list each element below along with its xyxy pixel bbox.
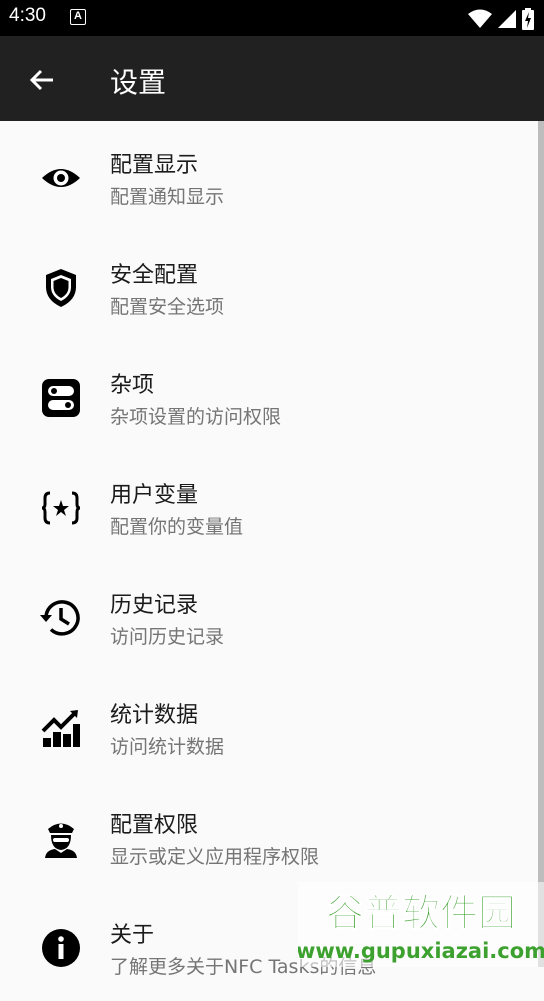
- watermark-brand: 谷普软件园: [326, 891, 516, 935]
- watermark-url: www.gupuxiazai.com: [298, 939, 544, 963]
- settings-item-subtitle: 访问历史记录: [110, 626, 225, 648]
- app-bar: 设置: [0, 36, 544, 121]
- settings-list: 配置显示 配置通知显示 安全配置 配置安全选项 杂项 杂项设置的访问权限 用户变…: [0, 121, 538, 1001]
- settings-item-subtitle: 杂项设置的访问权限: [110, 406, 282, 428]
- arrow-back-icon: [29, 69, 53, 91]
- settings-item-subtitle: 配置通知显示: [110, 186, 225, 208]
- settings-item-stats[interactable]: 统计数据 访问统计数据: [0, 671, 538, 781]
- wifi-icon: [468, 9, 492, 28]
- settings-item-subtitle: 配置你的变量值: [110, 516, 244, 538]
- toggle-switches-icon: [40, 377, 82, 419]
- settings-item-title: 历史记录: [110, 593, 199, 618]
- status-icons: [468, 8, 534, 30]
- settings-item-display[interactable]: 配置显示 配置通知显示: [0, 121, 538, 231]
- settings-item-history[interactable]: 历史记录 访问历史记录: [0, 561, 538, 671]
- settings-item-subtitle: 访问统计数据: [110, 736, 225, 758]
- info-icon: [40, 927, 82, 969]
- settings-item-title: 配置显示: [110, 153, 199, 178]
- history-icon: [40, 597, 82, 639]
- signal-icon: [498, 10, 516, 28]
- police-officer-icon: [40, 817, 82, 859]
- settings-item-subtitle: 显示或定义应用程序权限: [110, 846, 320, 868]
- settings-item-title: 统计数据: [110, 703, 199, 728]
- shield-icon: [40, 267, 82, 309]
- watermark-logo: 谷普软件园 www.gupuxiazai.com: [296, 882, 544, 967]
- back-button[interactable]: [20, 58, 64, 102]
- settings-item-title: 配置权限: [110, 813, 199, 838]
- settings-item-variables[interactable]: 用户变量 配置你的变量值: [0, 451, 538, 561]
- scrollbar[interactable]: [538, 121, 544, 967]
- stats-chart-icon: [40, 707, 82, 749]
- settings-item-subtitle: 配置安全选项: [110, 296, 225, 318]
- settings-item-title: 关于: [110, 923, 155, 948]
- page-title: 设置: [110, 66, 167, 99]
- settings-item-misc[interactable]: 杂项 杂项设置的访问权限: [0, 341, 538, 451]
- settings-item-title: 用户变量: [110, 483, 199, 508]
- eye-icon: [40, 157, 82, 199]
- settings-item-title: 杂项: [110, 373, 155, 398]
- battery-charging-icon: [522, 8, 534, 30]
- notification-icon: A: [70, 9, 86, 25]
- settings-item-permissions[interactable]: 配置权限 显示或定义应用程序权限: [0, 781, 538, 891]
- variable-braces-icon: [40, 487, 82, 529]
- settings-item-title: 安全配置: [110, 263, 199, 288]
- status-bar: 4:30 A: [0, 0, 544, 36]
- settings-item-security[interactable]: 安全配置 配置安全选项: [0, 231, 538, 341]
- status-time: 4:30: [9, 5, 46, 26]
